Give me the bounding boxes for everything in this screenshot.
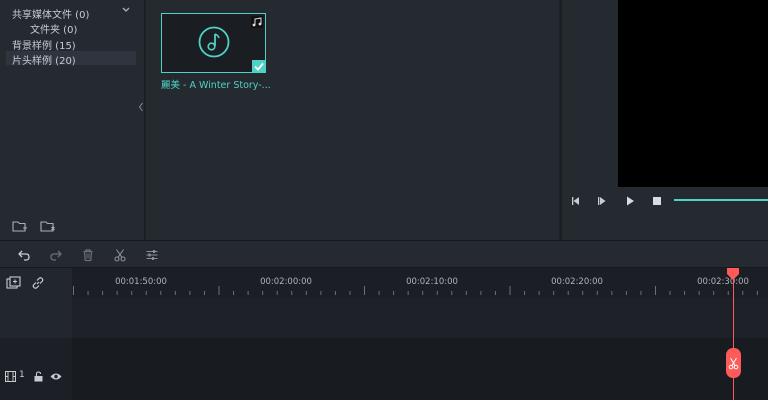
track-header-empty <box>0 298 72 338</box>
sidebar-item-truncated[interactable] <box>12 0 15 5</box>
library-sidebar: 共享媒体文件 (0) 文件夹 (0) 背景样例 (15) 片头样例 (20) <box>0 0 145 240</box>
next-frame-icon[interactable] <box>597 195 609 207</box>
time-ruler[interactable]: 00:01:50:00 00:02:00:00 00:02:10:00 00:0… <box>72 268 768 298</box>
timeline-header-tools <box>0 268 72 298</box>
play-icon[interactable] <box>624 195 636 207</box>
preview-panel <box>560 0 768 240</box>
sidebar-item-background-samples[interactable]: 背景样例 (15) <box>12 37 76 52</box>
film-icon <box>5 371 16 382</box>
checkmark-icon[interactable] <box>252 60 266 73</box>
media-thumbnail[interactable] <box>161 13 266 73</box>
track-number: 1 <box>19 370 25 380</box>
redo-icon[interactable] <box>49 248 63 262</box>
playhead-line[interactable] <box>733 276 734 400</box>
ruler-label: 00:02:20:00 <box>551 277 603 287</box>
collapse-panel-icon[interactable] <box>138 102 144 112</box>
track-header-video-1: 1 <box>0 338 72 400</box>
chevron-down-icon[interactable] <box>121 5 131 15</box>
ruler-label: 00:01:50:00 <box>115 277 167 287</box>
undo-icon[interactable] <box>17 248 31 262</box>
ruler-label: 00:02:00:00 <box>260 277 312 287</box>
lock-open-icon[interactable] <box>33 371 44 382</box>
delete-icon[interactable] <box>81 248 95 262</box>
adjust-icon[interactable] <box>145 248 159 262</box>
ruler-label: 00:02:30:00 <box>697 277 749 287</box>
add-track-icon[interactable] <box>6 276 21 290</box>
track-lane-empty[interactable] <box>72 298 768 338</box>
eye-icon[interactable] <box>50 371 62 382</box>
sidebar-item-folder[interactable]: 文件夹 (0) <box>30 21 77 36</box>
sidebar-item-shared-media[interactable]: 共享媒体文件 (0) <box>12 6 89 21</box>
previous-frame-icon[interactable] <box>570 195 582 207</box>
split-marker[interactable] <box>726 348 741 378</box>
preview-progress-bar[interactable] <box>674 199 768 201</box>
stop-icon[interactable] <box>651 195 663 207</box>
timeline-toolbar <box>0 240 768 268</box>
link-icon[interactable] <box>31 276 45 290</box>
music-disc-icon <box>198 26 230 58</box>
track-lane-video-1[interactable] <box>72 338 768 400</box>
cut-icon[interactable] <box>113 248 127 262</box>
video-preview <box>618 0 768 187</box>
music-note-icon <box>251 16 263 28</box>
media-title: 麗美 - A Winter Story-... <box>161 80 271 91</box>
sidebar-item-intro-samples[interactable]: 片头样例 (20) <box>12 52 76 67</box>
ruler-label: 00:02:10:00 <box>406 277 458 287</box>
delete-folder-icon[interactable] <box>40 219 56 233</box>
scissors-icon <box>728 357 739 370</box>
new-folder-icon[interactable] <box>12 219 28 233</box>
media-library: 麗美 - A Winter Story-... <box>146 0 559 240</box>
